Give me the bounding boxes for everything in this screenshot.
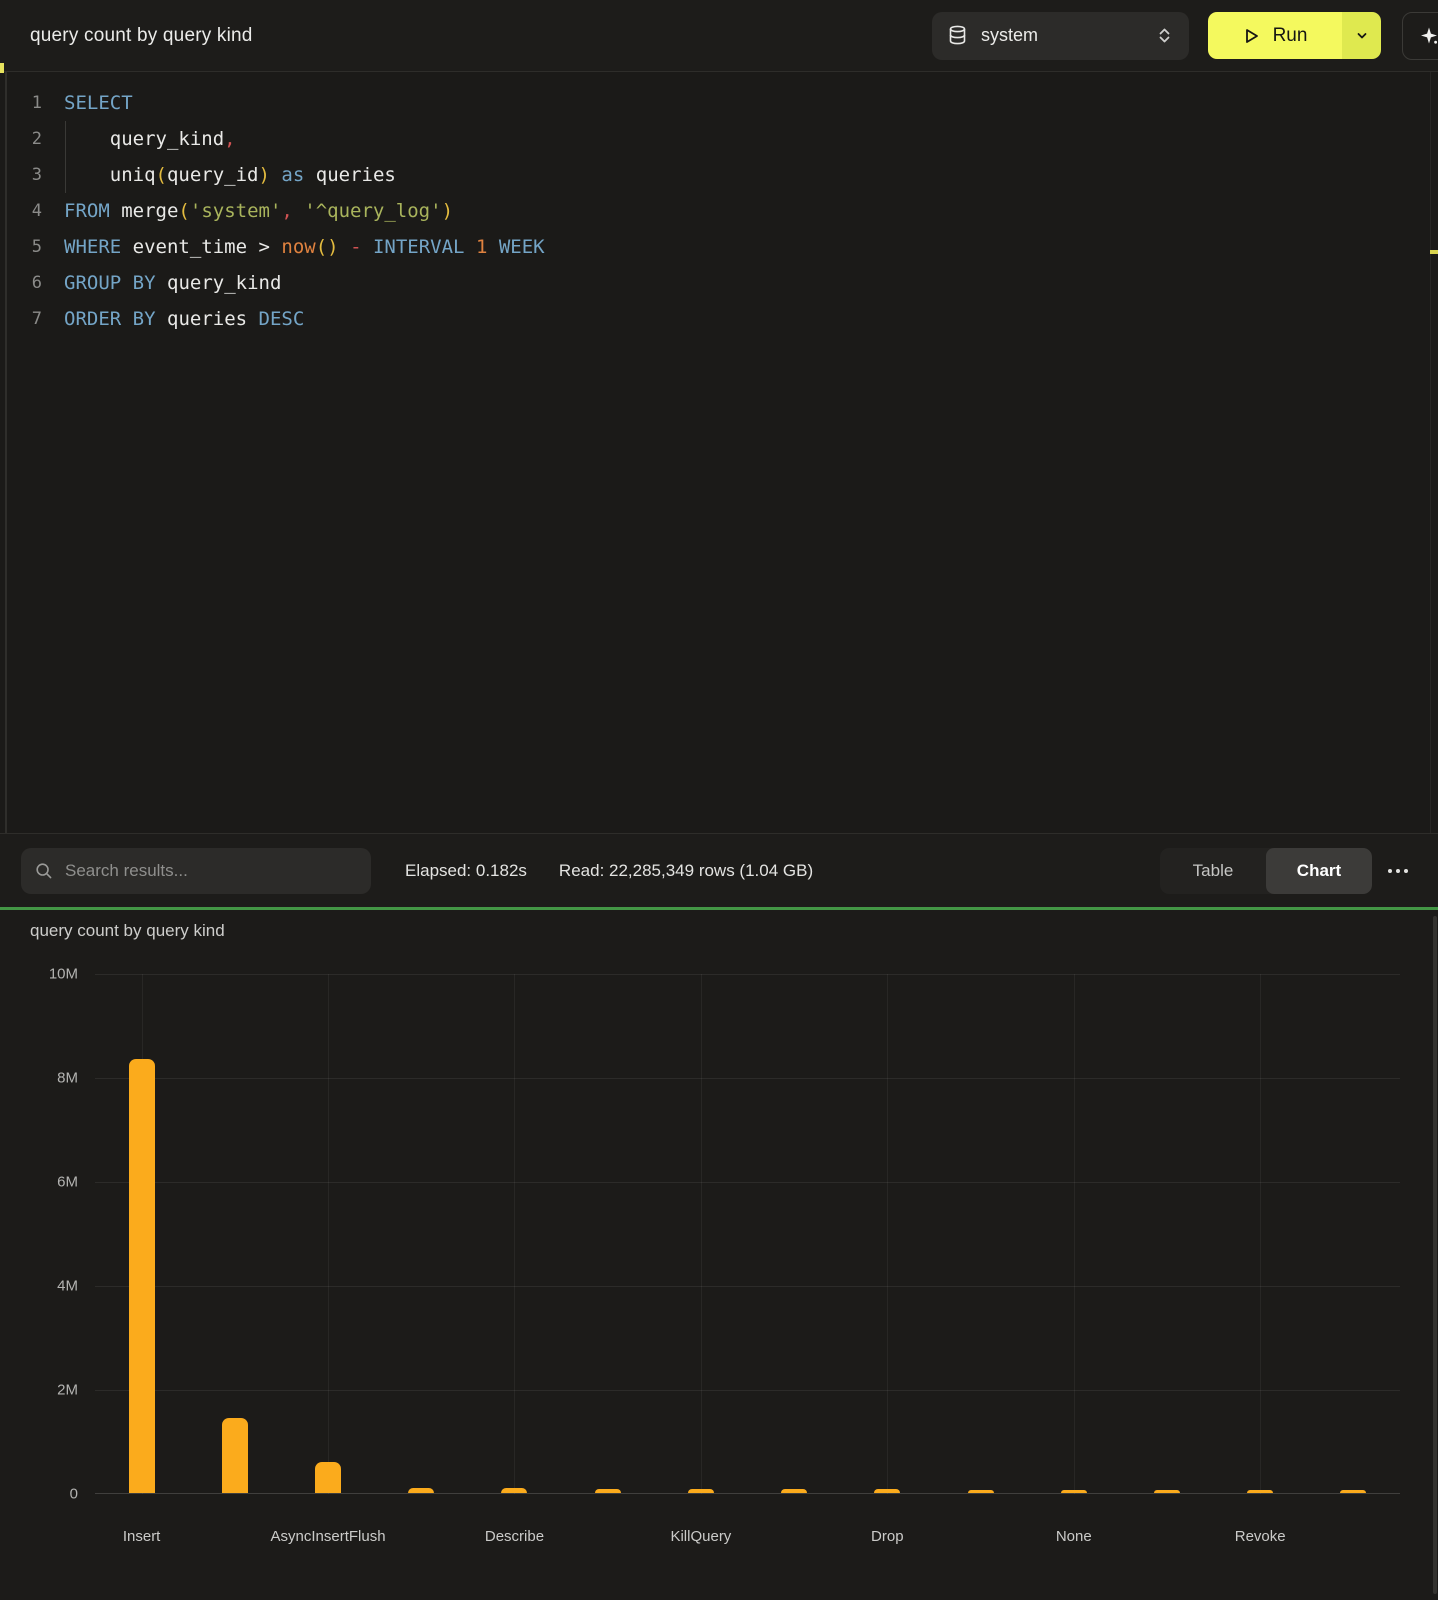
chart-bar-rank-12[interactable] [1154, 1490, 1180, 1493]
y-axis-tick-label: 4M [0, 1278, 78, 1295]
line-text: GROUP BY query_kind [42, 265, 281, 301]
run-button-group: Run [1208, 12, 1381, 59]
y-axis-tick-label: 8M [0, 1070, 78, 1087]
editor-lines: 1SELECT2 query_kind,3 uniq(query_id) as … [0, 85, 1438, 337]
sparkle-icon [1419, 26, 1438, 46]
more-options-button[interactable] [1388, 848, 1408, 894]
topbar: query count by query kind system [0, 0, 1438, 72]
query-title: query count by query kind [30, 25, 253, 47]
chart-bar-rank-4[interactable] [408, 1488, 434, 1493]
code-line[interactable]: 5WHERE event_time > now() - INTERVAL 1 W… [0, 229, 1438, 265]
gridline-horizontal [95, 1078, 1400, 1079]
x-axis-tick-label: None [1056, 1528, 1092, 1545]
chart-title: query count by query kind [30, 921, 225, 941]
line-text: WHERE event_time > now() - INTERVAL 1 WE… [42, 229, 545, 265]
line-text: uniq(query_id) as queries [42, 157, 396, 193]
left-edge-accent-mark [0, 63, 4, 73]
tab-table[interactable]: Table [1160, 848, 1266, 894]
search-icon [35, 862, 53, 880]
x-axis-line [95, 1493, 1400, 1494]
gridline-vertical [514, 974, 515, 1494]
topbar-actions: system Run [932, 12, 1438, 60]
gridline-vertical [1074, 974, 1075, 1494]
results-toolbar: Elapsed: 0.182s Read: 22,285,349 rows (1… [0, 833, 1438, 907]
view-toggle: Table Chart [1160, 848, 1372, 894]
tab-chart[interactable]: Chart [1266, 848, 1372, 894]
x-axis-tick-label: Drop [871, 1528, 904, 1545]
search-box[interactable] [21, 848, 371, 894]
y-axis-tick-label: 10M [0, 966, 78, 983]
chart-bar-rank-6[interactable] [595, 1489, 621, 1493]
code-line[interactable]: 7ORDER BY queries DESC [0, 301, 1438, 337]
chart-bar-rank-10[interactable] [968, 1490, 994, 1493]
chevron-down-icon [1355, 29, 1369, 43]
gridline-horizontal [95, 1182, 1400, 1183]
run-button[interactable]: Run [1208, 12, 1342, 59]
chart-bar-AsyncInsertFlush[interactable] [315, 1462, 341, 1493]
chevron-updown-icon [1156, 26, 1173, 45]
gridline-vertical [887, 974, 888, 1494]
chart-bar-rank-2[interactable] [222, 1418, 248, 1493]
code-line[interactable]: 6GROUP BY query_kind [0, 265, 1438, 301]
chart-bar-Drop[interactable] [874, 1489, 900, 1493]
gridline-vertical [328, 974, 329, 1494]
x-axis-tick-label: KillQuery [670, 1528, 731, 1545]
overview-ruler[interactable] [1430, 72, 1438, 833]
line-text: ORDER BY queries DESC [42, 301, 304, 337]
x-axis-tick-label: Revoke [1235, 1528, 1286, 1545]
editor-left-border [5, 72, 7, 833]
gridline-vertical [1260, 974, 1261, 1494]
chart-bar-Insert[interactable] [129, 1059, 155, 1493]
gridline-horizontal [95, 1390, 1400, 1391]
x-axis-tick-label: Insert [123, 1528, 161, 1545]
chart-bar-Describe[interactable] [501, 1488, 527, 1493]
chart-panel: query count by query kind 0 2M 4M 6M 8M 10M In… [0, 910, 1438, 1600]
indent-guide [65, 121, 66, 193]
chart-bar-KillQuery[interactable] [688, 1489, 714, 1493]
code-line[interactable]: 1SELECT [0, 85, 1438, 121]
read-stat: Read: 22,285,349 rows (1.04 GB) [559, 861, 813, 881]
gridline-vertical [701, 974, 702, 1494]
play-icon [1243, 27, 1260, 45]
chart-scrollbar[interactable] [1433, 916, 1437, 1594]
ellipsis-icon [1388, 869, 1392, 873]
code-line[interactable]: 4FROM merge('system', '^query_log') [0, 193, 1438, 229]
chart-bar-rank-8[interactable] [781, 1489, 807, 1493]
overview-ruler-mark [1430, 250, 1438, 254]
chart-bar-None[interactable] [1061, 1490, 1087, 1493]
line-text: SELECT [42, 85, 133, 121]
elapsed-stat: Elapsed: 0.182s [405, 861, 527, 881]
y-axis-tick-label: 6M [0, 1174, 78, 1191]
y-axis-tick-label: 0 [0, 1486, 78, 1503]
database-selector[interactable]: system [932, 12, 1189, 60]
run-button-label: Run [1273, 25, 1308, 47]
x-axis-tick-label: Describe [485, 1528, 544, 1545]
x-axis-tick-label: AsyncInsertFlush [271, 1528, 386, 1545]
database-icon [948, 25, 967, 46]
ai-assistant-button[interactable] [1402, 12, 1438, 60]
chart-bar-Revoke[interactable] [1247, 1490, 1273, 1493]
search-results-input[interactable] [65, 861, 357, 881]
database-selector-value: system [981, 25, 1038, 46]
gridline-horizontal [95, 1286, 1400, 1287]
y-axis-tick-label: 2M [0, 1382, 78, 1399]
sql-console-window: query count by query kind system [0, 0, 1438, 1600]
chart-plot [95, 974, 1400, 1494]
code-line[interactable]: 2 query_kind, [0, 121, 1438, 157]
line-text: query_kind, [42, 121, 236, 157]
sql-editor[interactable]: 1SELECT2 query_kind,3 uniq(query_id) as … [0, 72, 1438, 833]
run-options-button[interactable] [1342, 12, 1381, 59]
chart-bar-rank-14[interactable] [1340, 1490, 1366, 1493]
line-text: FROM merge('system', '^query_log') [42, 193, 453, 229]
code-line[interactable]: 3 uniq(query_id) as queries [0, 157, 1438, 193]
gridline-horizontal [95, 974, 1400, 975]
